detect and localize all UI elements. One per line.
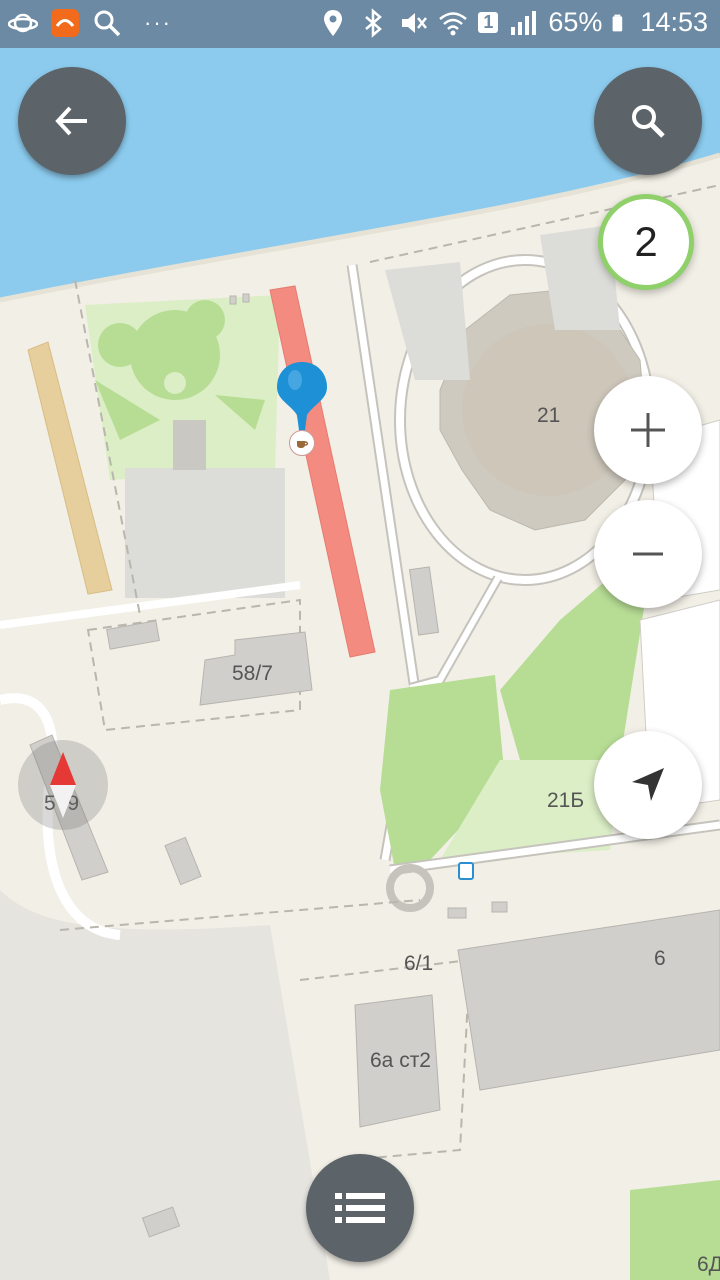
list-icon xyxy=(335,1193,385,1223)
minus-icon xyxy=(633,552,663,556)
my-location-button[interactable] xyxy=(594,731,702,839)
compass-icon xyxy=(50,752,76,818)
app-orange-icon xyxy=(51,9,79,37)
location-marker[interactable] xyxy=(274,360,330,456)
wifi-icon xyxy=(439,11,468,35)
battery-percent: 65% xyxy=(548,7,603,37)
zoom-in-button[interactable] xyxy=(594,376,702,484)
garden-fountain xyxy=(164,372,186,394)
search-icon xyxy=(632,105,665,138)
search-icon xyxy=(94,10,121,37)
label-building-58-7: 58/7 xyxy=(232,662,273,685)
bus-stop-icon xyxy=(458,862,474,880)
compass-button[interactable] xyxy=(18,740,108,830)
results-count-badge[interactable]: 2 xyxy=(598,194,694,290)
list-button[interactable] xyxy=(306,1154,414,1262)
label-building-21b: 21Б xyxy=(547,789,585,812)
label-building-6: 6 xyxy=(654,947,666,970)
bluetooth-icon xyxy=(365,7,383,38)
label-building-6d: 6Д xyxy=(697,1253,720,1276)
location-icon xyxy=(324,9,343,36)
back-button[interactable] xyxy=(18,67,126,175)
mute-icon xyxy=(402,12,428,33)
small-building-left xyxy=(173,420,206,470)
label-building-6a: 6а ст2 xyxy=(370,1049,431,1072)
battery-icon xyxy=(613,14,623,31)
saturn-icon xyxy=(8,13,38,33)
menu-dots: ··· xyxy=(144,10,172,35)
status-bar: ··· 1 65% 14:53 xyxy=(0,0,720,48)
plus-icon xyxy=(631,413,665,447)
sim-badge: 1 xyxy=(478,12,499,33)
navigation-arrow-icon xyxy=(632,768,664,801)
parking-lot-left xyxy=(125,468,285,598)
clock: 14:53 xyxy=(640,7,708,37)
search-button[interactable] xyxy=(594,67,702,175)
label-building-21: 21 xyxy=(537,404,561,427)
arrow-left-icon xyxy=(55,106,87,136)
cafe-icon xyxy=(289,430,315,456)
signal-icon xyxy=(511,10,537,35)
label-building-6-1: 6/1 xyxy=(404,952,434,975)
zoom-out-button[interactable] xyxy=(594,500,702,608)
